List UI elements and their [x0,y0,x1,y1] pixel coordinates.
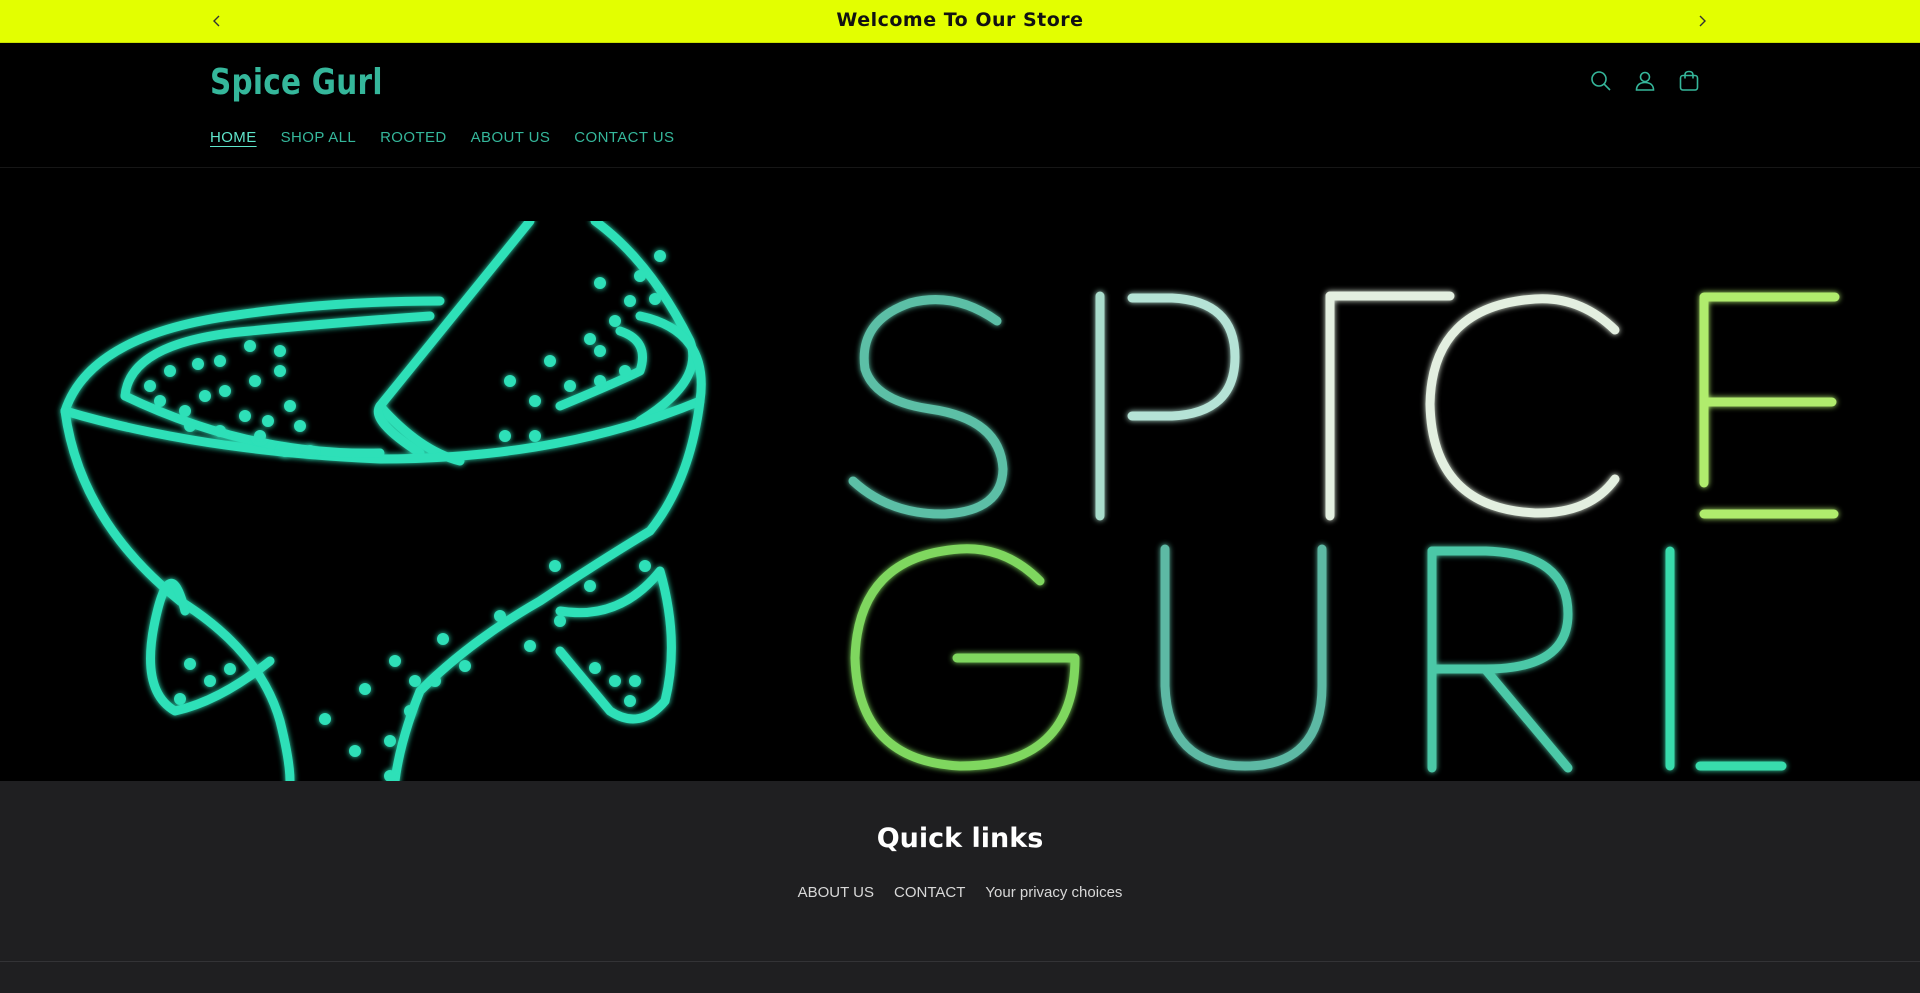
site-logo[interactable]: Spice Gurl [210,62,383,103]
footer-link-privacy-choices[interactable]: Your privacy choices [985,884,1122,901]
spice-gurl-wordmark [848,291,1840,773]
main-navigation: HOME SHOP ALL ROOTED ABOUT US CONTACT US [210,129,674,146]
announcement-text: Welcome To Our Store [836,9,1084,31]
footer-links: ABOUT US CONTACT Your privacy choices [0,884,1920,901]
nav-shop-all[interactable]: SHOP ALL [281,129,356,146]
header-icons [1588,68,1702,94]
account-icon[interactable] [1632,68,1658,94]
nav-rooted[interactable]: ROOTED [380,129,447,146]
molcajete-icon [60,221,706,781]
footer-link-about-us[interactable]: ABOUT US [798,884,874,901]
site-footer: Quick links ABOUT US CONTACT Your privac… [0,781,1920,993]
site-header: Spice Gurl HOME SHOP ALL ROOTED ABOUT US… [0,43,1920,168]
nav-contact-us[interactable]: CONTACT US [574,129,674,146]
footer-link-contact[interactable]: CONTACT [894,884,965,901]
hero-banner [0,221,1920,781]
cart-icon[interactable] [1676,68,1702,94]
nav-about-us[interactable]: ABOUT US [471,129,551,146]
spice-gurl-neon-logo [60,221,1840,781]
footer-divider [0,961,1920,962]
announcement-bar: Welcome To Our Store [0,0,1920,43]
search-icon[interactable] [1588,68,1614,94]
footer-heading: Quick links [876,823,1044,854]
nav-home[interactable]: HOME [210,129,257,146]
chevron-right-icon[interactable] [1691,10,1713,32]
